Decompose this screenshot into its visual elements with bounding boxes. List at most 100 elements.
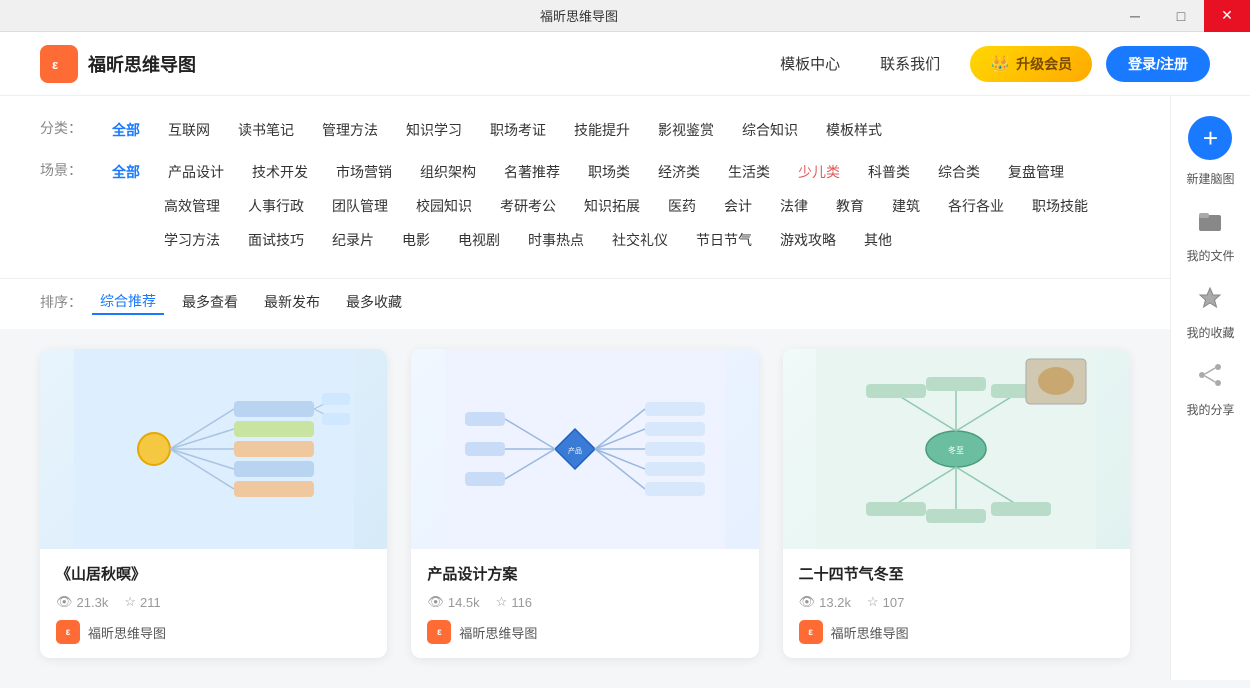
logo-text: 福昕思维导图 — [88, 51, 196, 77]
sort-最多查看[interactable]: 最多查看 — [174, 290, 246, 314]
card-2-meta: 👁 14.5k ☆ 116 — [427, 594, 742, 610]
scene-人事行政[interactable]: 人事行政 — [234, 192, 318, 220]
sidebar-share-label: 我的分享 — [1186, 401, 1234, 418]
close-button[interactable]: ✕ — [1204, 0, 1250, 32]
scene-学习方法[interactable]: 学习方法 — [150, 226, 234, 254]
header: ε 福昕思维导图 模板中心 联系我们 👑 升级会员 登录/注册 — [0, 32, 1250, 96]
logo-area[interactable]: ε 福昕思维导图 — [40, 45, 196, 83]
sort-综合推荐[interactable]: 综合推荐 — [92, 289, 164, 315]
scene-校园知识[interactable]: 校园知识 — [402, 192, 486, 220]
scene-组织架构[interactable]: 组织架构 — [406, 158, 490, 186]
scene-电视剧[interactable]: 电视剧 — [444, 226, 514, 254]
nav-contact-us[interactable]: 联系我们 — [880, 53, 940, 74]
svg-text:冬至: 冬至 — [948, 445, 964, 455]
sidebar-new-map[interactable]: + 新建脑图 — [1186, 116, 1234, 187]
scene-知识拓展[interactable]: 知识拓展 — [570, 192, 654, 220]
cat-全部[interactable]: 全部 — [98, 116, 154, 144]
scene-纪录片[interactable]: 纪录片 — [318, 226, 388, 254]
card-2-views: 👁 14.5k — [427, 594, 479, 610]
scene-医药[interactable]: 医药 — [654, 192, 710, 220]
scene-会计[interactable]: 会计 — [710, 192, 766, 220]
card-3-thumb: 冬至 — [783, 349, 1130, 549]
scene-法律[interactable]: 法律 — [766, 192, 822, 220]
share-icon — [1196, 361, 1224, 395]
scene-生活类[interactable]: 生活类 — [714, 158, 784, 186]
card-1[interactable]: 《山居秋暝》 👁 21.3k ☆ 211 ε 福昕思维导图 — [40, 349, 387, 658]
card-3-author-logo: ε — [799, 620, 823, 644]
scene-团队管理[interactable]: 团队管理 — [318, 192, 402, 220]
star-collect-icon — [1196, 284, 1224, 318]
cat-互联网[interactable]: 互联网 — [154, 116, 224, 144]
cat-综合知识[interactable]: 综合知识 — [728, 116, 812, 144]
card-3-views: 👁 13.2k — [799, 594, 851, 610]
scene-时事热点[interactable]: 时事热点 — [514, 226, 598, 254]
scene-少儿类[interactable]: 少儿类 — [784, 158, 854, 186]
sidebar-my-collect[interactable]: 我的收藏 — [1186, 284, 1234, 341]
card-2-author: ε 福昕思维导图 — [427, 620, 742, 648]
scene-tags: 全部 产品设计 技术开发 市场营销 组织架构 名著推荐 职场类 经济类 生活类 … — [98, 158, 1130, 254]
scene-职场技能[interactable]: 职场技能 — [1018, 192, 1102, 220]
scene-高效管理[interactable]: 高效管理 — [150, 192, 234, 220]
cat-读书笔记[interactable]: 读书笔记 — [224, 116, 308, 144]
sort-最多收藏[interactable]: 最多收藏 — [338, 290, 410, 314]
scene-面试技巧[interactable]: 面试技巧 — [234, 226, 318, 254]
upgrade-button[interactable]: 👑 升级会员 — [970, 46, 1092, 82]
card-3-title: 二十四节气冬至 — [799, 563, 1114, 584]
star-icon-3: ☆ — [867, 594, 879, 610]
login-button[interactable]: 登录/注册 — [1106, 46, 1210, 82]
header-nav: 模板中心 联系我们 — [780, 53, 940, 74]
plus-icon: + — [1203, 125, 1218, 151]
scene-市场营销[interactable]: 市场营销 — [322, 158, 406, 186]
card-3-meta: 👁 13.2k ☆ 107 — [799, 594, 1114, 610]
card-1-author-logo: ε — [56, 620, 80, 644]
card-2-thumb: 产品 — [411, 349, 758, 549]
card-2-author-name: 福昕思维导图 — [459, 623, 537, 642]
svg-text:ε: ε — [52, 57, 58, 72]
maximize-button[interactable]: □ — [1158, 0, 1204, 32]
minimize-button[interactable]: ─ — [1112, 0, 1158, 32]
card-1-meta: 👁 21.3k ☆ 211 — [56, 594, 371, 610]
scene-社交礼仪[interactable]: 社交礼仪 — [598, 226, 682, 254]
cat-职场考证[interactable]: 职场考证 — [476, 116, 560, 144]
scene-技术开发[interactable]: 技术开发 — [238, 158, 322, 186]
scene-教育[interactable]: 教育 — [822, 192, 878, 220]
sidebar-add-label: 新建脑图 — [1186, 170, 1234, 187]
crown-icon: 👑 — [990, 54, 1010, 74]
star-icon: ☆ — [124, 594, 136, 610]
svg-text:产品: 产品 — [568, 446, 582, 455]
title-bar: 福昕思维导图 ─ □ ✕ — [0, 0, 1250, 32]
add-map-button[interactable]: + — [1188, 116, 1232, 160]
scene-产品设计[interactable]: 产品设计 — [154, 158, 238, 186]
scene-电影[interactable]: 电影 — [388, 226, 444, 254]
category-label: 分类： — [40, 116, 82, 140]
sidebar-my-files[interactable]: 我的文件 — [1186, 207, 1234, 264]
card-2[interactable]: 产品 — [411, 349, 758, 658]
nav-template-center[interactable]: 模板中心 — [780, 53, 840, 74]
scene-节日节气[interactable]: 节日节气 — [682, 226, 766, 254]
cat-技能提升[interactable]: 技能提升 — [560, 116, 644, 144]
scene-游戏攻略[interactable]: 游戏攻略 — [766, 226, 850, 254]
sidebar-collect-label: 我的收藏 — [1186, 324, 1234, 341]
scene-职场类[interactable]: 职场类 — [574, 158, 644, 186]
cat-知识学习[interactable]: 知识学习 — [392, 116, 476, 144]
sidebar-my-share[interactable]: 我的分享 — [1186, 361, 1234, 418]
scene-考研考公[interactable]: 考研考公 — [486, 192, 570, 220]
scene-其他[interactable]: 其他 — [850, 226, 906, 254]
cat-管理方法[interactable]: 管理方法 — [308, 116, 392, 144]
scene-名著推荐[interactable]: 名著推荐 — [490, 158, 574, 186]
scene-科普类[interactable]: 科普类 — [854, 158, 924, 186]
scene-row: 场景： 全部 产品设计 技术开发 市场营销 组织架构 名著推荐 职场类 经济类 … — [40, 158, 1130, 254]
cat-模板样式[interactable]: 模板样式 — [812, 116, 896, 144]
card-2-stars: ☆ 116 — [496, 594, 532, 610]
card-3[interactable]: 冬至 — [783, 349, 1130, 658]
scene-经济类[interactable]: 经济类 — [644, 158, 714, 186]
card-3-author-name: 福昕思维导图 — [831, 623, 909, 642]
scene-复盘管理[interactable]: 复盘管理 — [994, 158, 1078, 186]
scene-建筑[interactable]: 建筑 — [878, 192, 934, 220]
sort-最新发布[interactable]: 最新发布 — [256, 290, 328, 314]
scene-各行各业[interactable]: 各行各业 — [934, 192, 1018, 220]
scene-全部[interactable]: 全部 — [98, 158, 154, 186]
cat-影视鉴赏[interactable]: 影视鉴赏 — [644, 116, 728, 144]
card-3-stars: ☆ 107 — [867, 594, 904, 610]
scene-综合类[interactable]: 综合类 — [924, 158, 994, 186]
